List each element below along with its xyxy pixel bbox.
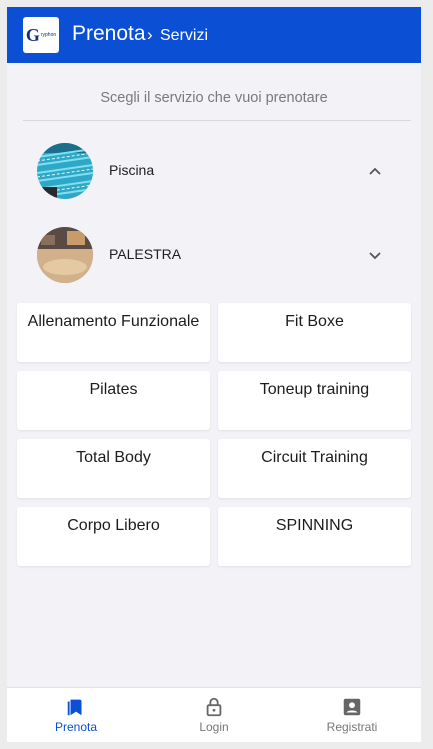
- bookmark-icon: [67, 699, 82, 716]
- app-frame: G ryphon Prenota › Servizi Scegli il ser…: [7, 7, 421, 742]
- breadcrumb-separator: ›: [147, 25, 153, 44]
- category-label: PALESTRA: [109, 246, 182, 262]
- divider: [23, 120, 411, 121]
- service-card-spinning[interactable]: SPINNING: [218, 507, 411, 566]
- chevron-up-icon[interactable]: [367, 163, 383, 179]
- app-bar: G ryphon Prenota › Servizi: [7, 7, 421, 63]
- nav-item-prenota[interactable]: Prenota: [7, 688, 145, 742]
- nav-label: Prenota: [54, 720, 98, 734]
- gym-image: [37, 227, 93, 283]
- logo-letter: G: [25, 24, 40, 45]
- service-card-pilates[interactable]: Pilates: [17, 371, 210, 430]
- lock-icon: [206, 697, 222, 717]
- nav-label: Login: [199, 720, 229, 734]
- service-card-total-body[interactable]: Total Body: [17, 439, 210, 498]
- category-piscina[interactable]: Piscina: [7, 141, 421, 201]
- service-card-corpo-libero[interactable]: Corpo Libero: [17, 507, 210, 566]
- page-title: Prenota: [72, 22, 146, 45]
- service-card-circuit-training[interactable]: Circuit Training: [218, 439, 411, 498]
- service-card-fit-boxe[interactable]: Fit Boxe: [218, 303, 411, 362]
- bottom-navigation: Prenota Login Registrati: [7, 687, 421, 742]
- logo-subtext: ryphon: [40, 31, 57, 38]
- gryphon-logo[interactable]: G ryphon: [23, 17, 59, 53]
- category-palestra[interactable]: PALESTRA: [7, 225, 421, 285]
- nav-item-registrati[interactable]: Registrati: [283, 688, 421, 742]
- section-subtitle: Scegli il servizio che vuoi prenotare: [100, 90, 328, 106]
- chevron-down-icon[interactable]: [367, 247, 383, 263]
- service-card-allenamento-funzionale[interactable]: Allenamento Funzionale: [17, 303, 210, 362]
- account-box-icon: [343, 698, 361, 716]
- pool-image: [37, 143, 93, 199]
- service-card-toneup-training[interactable]: Toneup training: [218, 371, 411, 430]
- category-label: Piscina: [109, 162, 155, 178]
- nav-label: Registrati: [326, 720, 378, 734]
- nav-item-login[interactable]: Login: [145, 688, 283, 742]
- breadcrumb[interactable]: Servizi: [160, 27, 208, 45]
